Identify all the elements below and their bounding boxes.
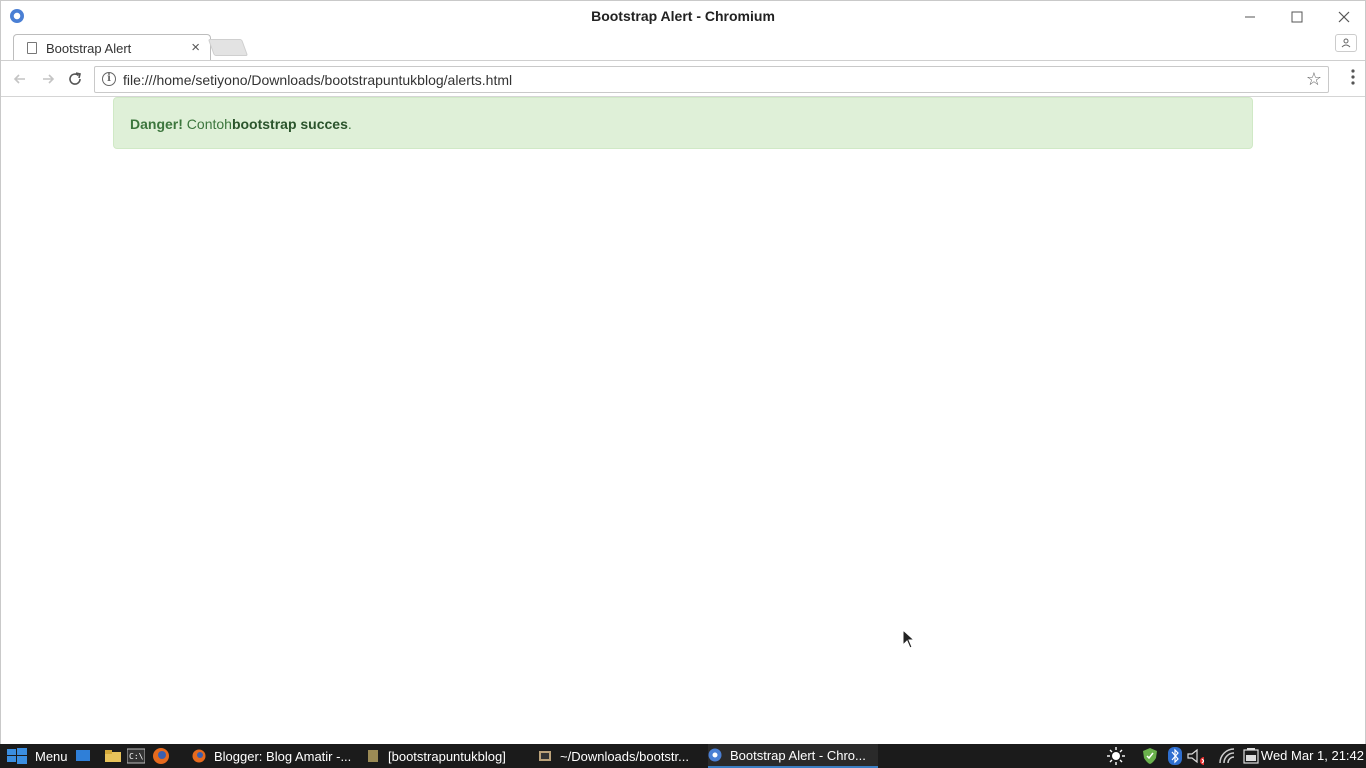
shield-icon[interactable] xyxy=(1141,747,1159,765)
menu-label: Menu xyxy=(35,748,68,764)
svg-text:C:\: C:\ xyxy=(129,752,144,761)
alert-success: Danger! Contohbootstrap succes. xyxy=(113,97,1253,149)
mouse-cursor-icon xyxy=(902,629,916,649)
forward-arrow-icon xyxy=(43,74,55,84)
tab-close-icon[interactable]: × xyxy=(191,39,200,56)
close-icon xyxy=(1338,11,1350,23)
person-icon xyxy=(1341,38,1351,48)
alert-period: . xyxy=(347,116,352,132)
task-label: Bootstrap Alert - Chro... xyxy=(730,747,866,763)
task-label: [bootstrapuntukblog] xyxy=(388,748,506,764)
editor-icon xyxy=(539,751,551,761)
info-icon[interactable]: i xyxy=(102,72,116,86)
title-bar[interactable]: Bootstrap Alert - Chromium xyxy=(1,1,1365,32)
task-firefox[interactable]: Blogger: Blog Amatir -... xyxy=(192,744,362,768)
task-editor[interactable]: ~/Downloads/bootstr... xyxy=(538,744,702,768)
brightness-icon[interactable] xyxy=(1107,747,1125,765)
clock[interactable]: Wed Mar 1, 21:42 xyxy=(1261,748,1364,763)
terminal-icon[interactable]: C:\ xyxy=(127,747,145,765)
close-window-button[interactable] xyxy=(1330,5,1358,29)
new-tab-button[interactable] xyxy=(207,39,249,56)
taskbar: Menu C:\ Blogger: Blog Amatir -... [boot… xyxy=(0,744,1366,768)
firefox-launcher-icon[interactable] xyxy=(152,747,170,765)
minimize-button[interactable] xyxy=(1236,5,1264,29)
bookmark-star-icon[interactable]: ☆ xyxy=(1306,69,1322,90)
task-label: Blogger: Blog Amatir -... xyxy=(214,748,352,764)
task-chromium[interactable]: Bootstrap Alert - Chro... xyxy=(708,744,878,768)
back-arrow-icon xyxy=(13,74,25,84)
battery-icon[interactable] xyxy=(1241,747,1259,765)
maximize-button[interactable] xyxy=(1283,5,1311,29)
maximize-icon xyxy=(1291,11,1303,23)
volume-muted-icon[interactable] xyxy=(1186,747,1204,765)
wifi-icon[interactable] xyxy=(1218,747,1236,765)
profile-button[interactable] xyxy=(1335,34,1357,52)
browser-window: Bootstrap Alert - Chromium Bootstrap Ale… xyxy=(0,0,1366,744)
alert-bold-text: bootstrap succes xyxy=(231,116,348,132)
tab-label: Bootstrap Alert xyxy=(46,41,132,56)
file-manager-icon[interactable] xyxy=(104,747,122,765)
back-button[interactable] xyxy=(9,68,31,90)
alert-strong: Danger! xyxy=(130,116,183,132)
address-bar[interactable]: i file:///home/setiyono/Downloads/bootst… xyxy=(94,66,1329,93)
tab-strip: Bootstrap Alert × xyxy=(1,32,1365,61)
folder-icon xyxy=(368,750,378,762)
reload-button[interactable] xyxy=(64,68,86,90)
window-title: Bootstrap Alert - Chromium xyxy=(591,8,775,24)
minimize-icon xyxy=(1245,16,1255,18)
tab-bootstrap-alert[interactable]: Bootstrap Alert × xyxy=(13,34,211,61)
firefox-icon xyxy=(192,749,206,763)
page-viewport: Danger! Contohbootstrap succes. xyxy=(1,97,1365,744)
windows-logo-icon xyxy=(7,748,27,764)
url-text[interactable]: file:///home/setiyono/Downloads/bootstra… xyxy=(123,72,512,88)
start-menu-button[interactable]: Menu xyxy=(6,744,68,768)
reload-icon xyxy=(69,72,81,85)
alert-text: Contoh xyxy=(182,116,232,132)
bluetooth-icon[interactable] xyxy=(1166,747,1184,765)
task-label: ~/Downloads/bootstr... xyxy=(560,748,689,764)
page-icon xyxy=(27,42,37,54)
show-desktop-icon[interactable] xyxy=(74,747,92,765)
chromium-icon xyxy=(708,748,722,762)
toolbar: i file:///home/setiyono/Downloads/bootst… xyxy=(1,60,1365,97)
task-folder[interactable]: [bootstrapuntukblog] xyxy=(366,744,532,768)
forward-button[interactable] xyxy=(37,68,59,90)
menu-button[interactable] xyxy=(1351,69,1355,88)
more-vert-icon xyxy=(1351,69,1355,85)
